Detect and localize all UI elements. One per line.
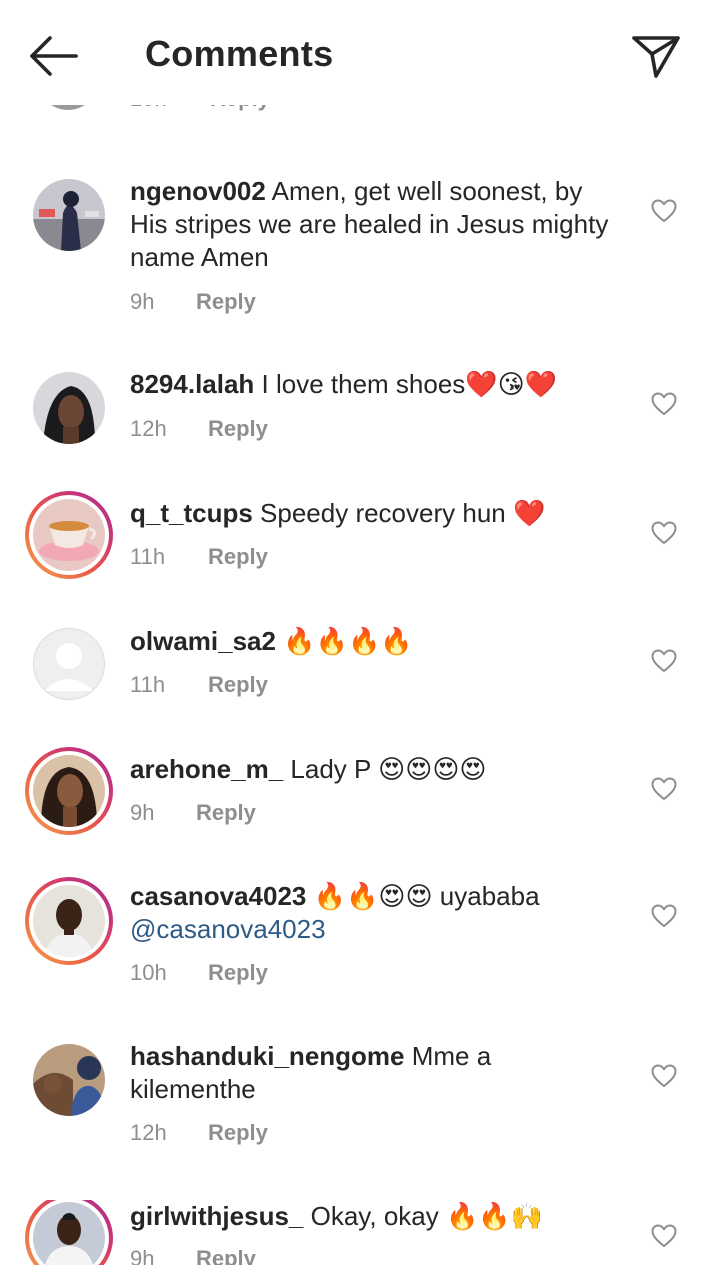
- comment-mention-link[interactable]: @casanova4023: [130, 914, 326, 944]
- comment-meta: 11h Reply: [130, 672, 268, 698]
- comment-meta: 9h Reply: [130, 289, 256, 315]
- comments-list[interactable]: 10h Reply ngenov002 Amen, get well soones…: [0, 0, 719, 1265]
- like-heart-icon[interactable]: [651, 649, 677, 673]
- back-button[interactable]: [26, 32, 84, 80]
- comment-time: 9h: [130, 1246, 155, 1265]
- comment-time: 9h: [130, 289, 155, 314]
- arrow-left-icon: [30, 36, 78, 76]
- comment-body: olwami_sa2 🔥🔥🔥🔥: [130, 625, 610, 658]
- comment-body: hashanduki_nengome Mme a kilementhe: [130, 1040, 610, 1106]
- reply-button[interactable]: Reply: [208, 960, 268, 985]
- comment-username[interactable]: casanova4023: [130, 881, 306, 911]
- reply-button[interactable]: Reply: [196, 289, 256, 314]
- reply-button[interactable]: Reply: [196, 800, 256, 825]
- avatar[interactable]: [33, 372, 105, 444]
- reply-button[interactable]: Reply: [208, 416, 268, 441]
- comment-meta: 11h Reply: [130, 544, 268, 570]
- like-heart-icon[interactable]: [651, 392, 677, 416]
- comment-time: 11h: [130, 544, 166, 569]
- page-title: Comments: [145, 33, 334, 74]
- avatar-story-ring[interactable]: [25, 1200, 113, 1265]
- comment-text: Okay, okay 🔥🔥🙌: [303, 1201, 544, 1231]
- like-heart-icon[interactable]: [651, 1224, 677, 1248]
- avatar[interactable]: [33, 1044, 105, 1116]
- comment-text: 🔥🔥🔥🔥: [275, 626, 413, 656]
- comment-body: ngenov002 Amen, get well soonest, by His…: [130, 175, 610, 274]
- comment-body: q_t_tcups Speedy recovery hun ❤️: [130, 497, 610, 530]
- comment-meta: 10h Reply: [130, 960, 268, 986]
- like-heart-icon[interactable]: [651, 777, 677, 801]
- avatar-story-ring[interactable]: [25, 747, 113, 835]
- comment-text: I love them shoes❤️😘❤️: [254, 369, 558, 399]
- share-button[interactable]: [630, 30, 682, 82]
- like-heart-icon[interactable]: [651, 1064, 677, 1088]
- comment-username[interactable]: arehone_m_: [130, 754, 283, 784]
- default-avatar-icon[interactable]: [33, 628, 105, 700]
- comment-time: 9h: [130, 800, 155, 825]
- comment-meta: 9h Reply: [130, 800, 256, 826]
- like-heart-icon[interactable]: [651, 199, 677, 223]
- comment-body: girlwithjesus_ Okay, okay 🔥🔥🙌: [130, 1200, 610, 1233]
- paper-plane-icon: [632, 36, 680, 78]
- comment-username[interactable]: olwami_sa2: [130, 626, 276, 656]
- comment-username[interactable]: 8294.lalah: [130, 369, 254, 399]
- avatar[interactable]: [33, 179, 105, 251]
- reply-button[interactable]: Reply: [208, 1120, 268, 1145]
- comment-username[interactable]: q_t_tcups: [130, 498, 253, 528]
- comment-item: girlwithjesus_ Okay, okay 🔥🔥🙌 9h Reply: [0, 1200, 719, 1265]
- comment-time: 11h: [130, 672, 166, 697]
- comment-meta: 9h Reply: [130, 1246, 256, 1265]
- comment-time: 10h: [130, 960, 167, 985]
- comment-text: Lady P 😍😍😍😍: [283, 754, 487, 784]
- comment-username[interactable]: girlwithjesus_: [130, 1201, 303, 1231]
- comment-time: 12h: [130, 1120, 167, 1145]
- reply-button[interactable]: Reply: [196, 1246, 256, 1265]
- comment-meta: 12h Reply: [130, 416, 268, 442]
- comment-username[interactable]: ngenov002: [130, 176, 266, 206]
- comment-username[interactable]: hashanduki_nengome: [130, 1041, 405, 1071]
- comment-text: 🔥🔥😍😍 uyababa: [306, 881, 540, 911]
- comment-body: casanova4023 🔥🔥😍😍 uyababa @casanova4023: [130, 880, 610, 946]
- comment-time: 12h: [130, 416, 167, 441]
- comment-text: Speedy recovery hun ❤️: [252, 498, 546, 528]
- avatar-story-ring[interactable]: [25, 877, 113, 965]
- like-heart-icon[interactable]: [651, 904, 677, 928]
- avatar-story-ring[interactable]: [25, 491, 113, 579]
- reply-button[interactable]: Reply: [208, 544, 268, 569]
- top-app-bar: Comments: [0, 0, 719, 105]
- comment-body: 8294.lalah I love them shoes❤️😘❤️: [130, 368, 610, 401]
- comment-body: arehone_m_ Lady P 😍😍😍😍: [130, 753, 610, 786]
- reply-button[interactable]: Reply: [208, 672, 268, 697]
- comment-meta: 12h Reply: [130, 1120, 268, 1146]
- like-heart-icon[interactable]: [651, 521, 677, 545]
